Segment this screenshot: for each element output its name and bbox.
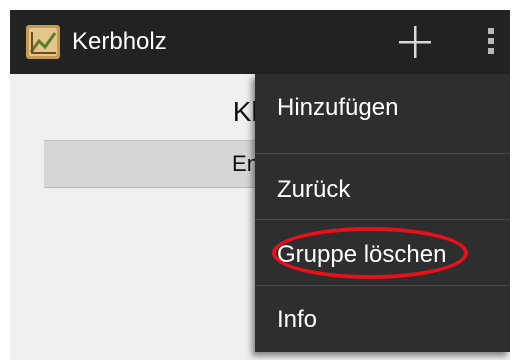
vertical-ellipsis-icon[interactable]: [482, 28, 500, 56]
menu-item-label: Info: [277, 306, 318, 333]
plus-icon[interactable]: [395, 22, 435, 62]
kerbholz-app-icon[interactable]: [25, 23, 61, 61]
menu-item-hinzufuegen[interactable]: Hinzufügen: [255, 74, 510, 141]
app-title: Kerbholz: [72, 28, 167, 55]
menu-item-zurueck[interactable]: Zurück: [255, 154, 510, 221]
menu-item-gruppe-loeschen[interactable]: Gruppe löschen: [255, 220, 510, 287]
dot: [488, 48, 494, 54]
menu-item-label: Gruppe löschen: [277, 241, 447, 268]
overflow-menu: Hinzufügen Zurück Gruppe löschen Info: [255, 74, 510, 352]
menu-item-label: Hinzufügen: [277, 94, 399, 121]
action-bar: Kerbholz: [10, 10, 510, 74]
menu-item-label: Zurück: [277, 176, 351, 203]
app-screen: Kerbholz Klas Englis Hinzufügen Zurück G…: [10, 10, 510, 360]
dot: [488, 28, 494, 34]
dot: [488, 38, 494, 44]
menu-item-info[interactable]: Info: [255, 286, 510, 353]
